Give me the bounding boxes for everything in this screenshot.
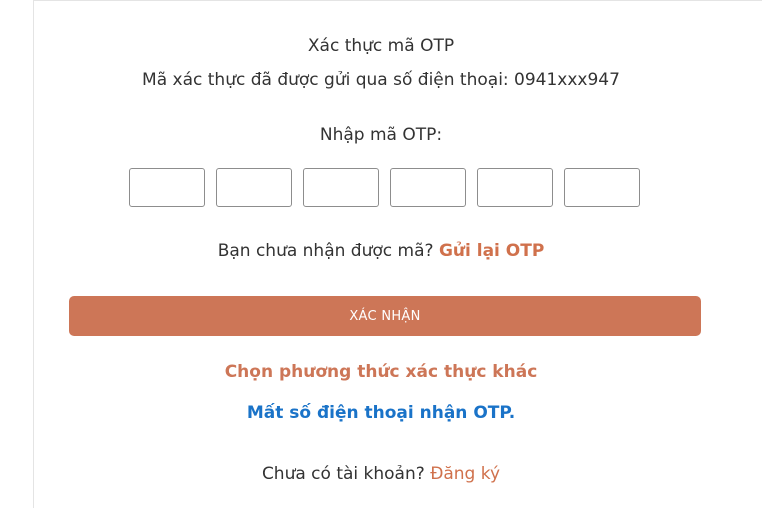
other-verification-method-link[interactable]: Chọn phương thức xác thực khác (0, 362, 762, 382)
otp-digit-6[interactable] (564, 168, 640, 207)
page-title: Xác thực mã OTP (307, 36, 455, 56)
otp-digit-4[interactable] (390, 168, 466, 207)
otp-digit-5[interactable] (477, 168, 553, 207)
otp-digit-1[interactable] (129, 168, 205, 207)
resend-otp-link[interactable]: Gửi lại OTP (439, 241, 544, 261)
otp-input-group (129, 168, 641, 207)
otp-input-label: Nhập mã OTP: (319, 125, 443, 145)
lost-phone-link[interactable]: Mất số điện thoại nhận OTP. (0, 403, 762, 423)
signup-link[interactable]: Đăng ký (430, 464, 500, 484)
otp-digit-2[interactable] (216, 168, 292, 207)
signup-line: Chưa có tài khoản? Đăng ký (0, 464, 762, 484)
signup-question: Chưa có tài khoản? (261, 464, 425, 484)
confirm-button[interactable]: XÁC NHẬN (69, 296, 701, 336)
resend-line: Bạn chưa nhận được mã? Gửi lại OTP (0, 241, 762, 261)
otp-digit-3[interactable] (303, 168, 379, 207)
resend-question: Bạn chưa nhận được mã? (217, 241, 434, 261)
otp-sent-message: Mã xác thực đã được gửi qua số điện thoạ… (142, 70, 620, 90)
